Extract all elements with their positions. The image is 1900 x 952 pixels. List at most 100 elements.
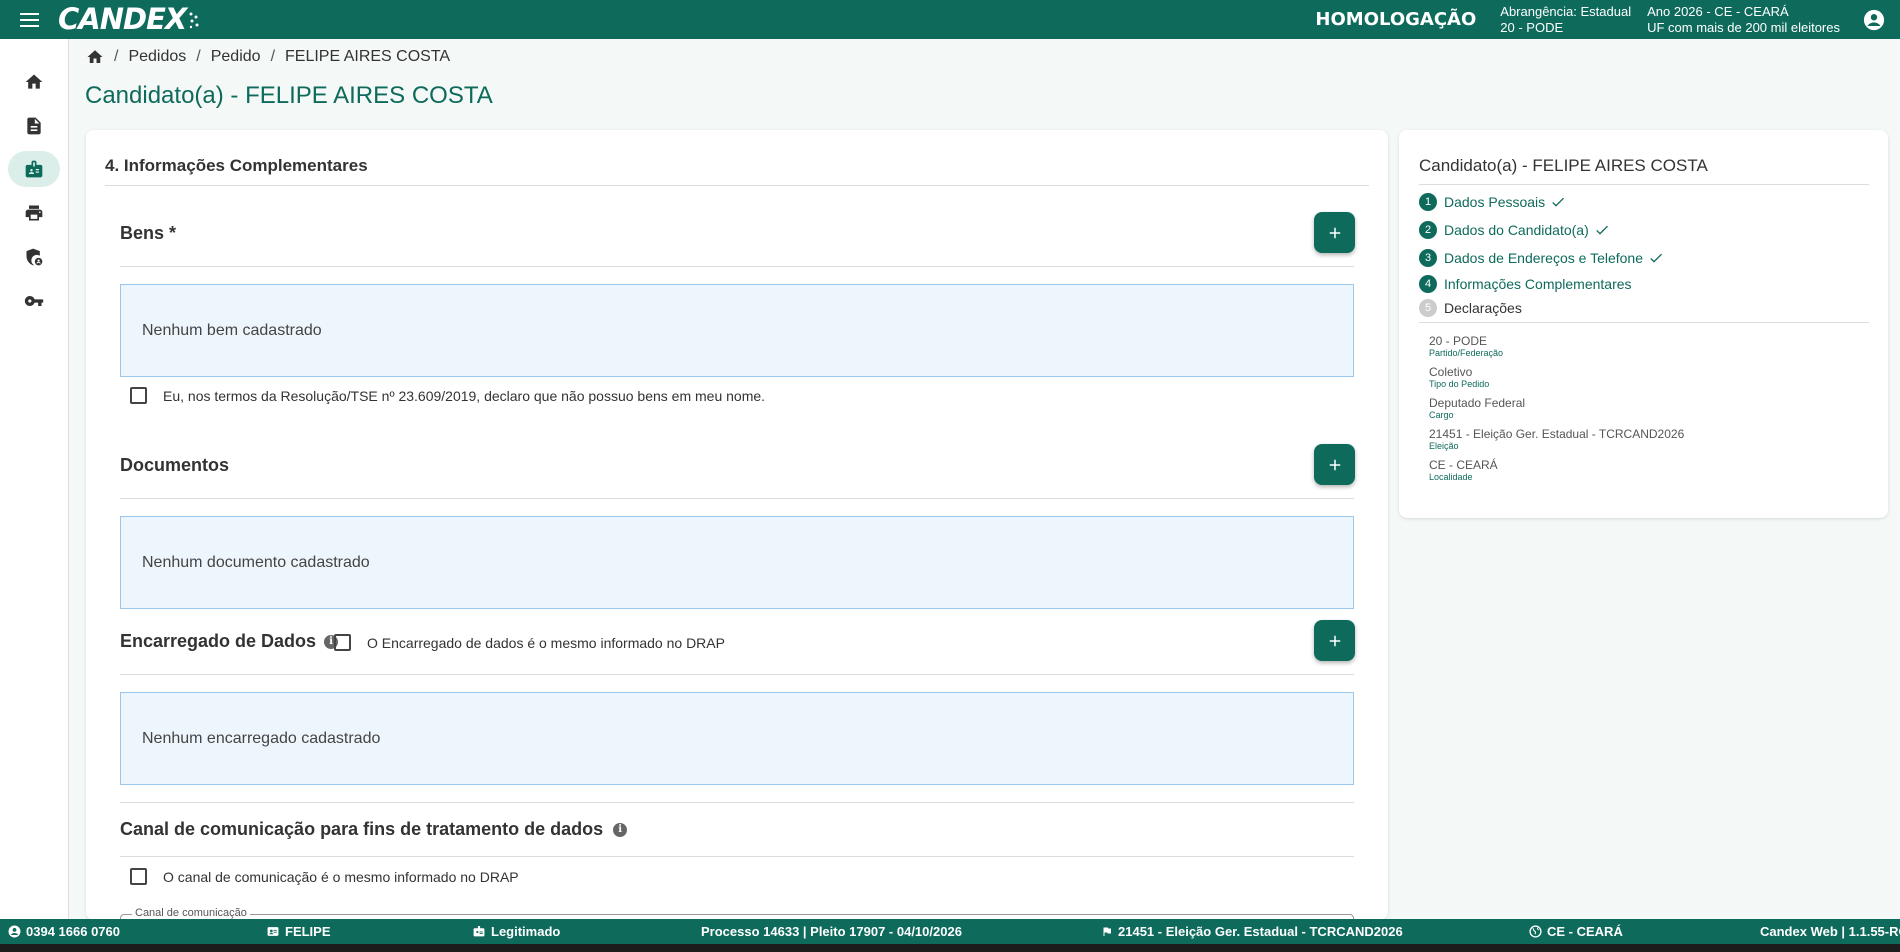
key-icon (24, 296, 44, 306)
home-icon (25, 74, 43, 89)
hamburger-icon (19, 12, 39, 27)
canal-same-drap[interactable]: O canal de comunicação é o mesmo informa… (130, 868, 519, 885)
cpf-text: 0394 1666 0760 (26, 924, 120, 939)
step-dados-pessoais[interactable]: 1 Dados Pessoais (1419, 193, 1568, 211)
check-icon (1596, 225, 1608, 235)
meta-eleicao: 21451 - Eleição Ger. Estadual - TCRCAND2… (1429, 427, 1684, 451)
no-assets-label: Eu, nos termos da Resolução/TSE nº 23.60… (163, 387, 766, 404)
meta-tipo-pedido: Coletivo Tipo do Pedido (1429, 365, 1489, 389)
summary-card: Candidato(a) - FELIPE AIRES COSTA 1 Dado… (1399, 130, 1888, 518)
meta-label: Localidade (1429, 472, 1473, 482)
info-icon[interactable]: i (613, 822, 628, 837)
encarregado-empty-state: Nenhum encarregado cadastrado (120, 692, 1354, 785)
encarregado-title: Encarregado de Dados (120, 631, 317, 651)
step-number: 2 (1419, 221, 1437, 239)
meta-value: CE - CEARÁ (1429, 458, 1498, 472)
step-enderecos[interactable]: 3 Dados de Endereços e Telefone (1419, 249, 1666, 267)
divider (120, 674, 1354, 675)
party-line: 20 - PODE (1500, 19, 1564, 35)
id-card-icon (267, 927, 279, 936)
meta-localidade: CE - CEARÁ Localidade (1429, 458, 1498, 482)
status-version: Candex Web | 1.1.55-RC (1760, 919, 1900, 944)
logo-sparkle-icon (189, 12, 199, 28)
step-informacoes-complementares[interactable]: 4 Informações Complementares (1419, 275, 1632, 293)
nav-print[interactable] (8, 195, 60, 231)
status-processo: Processo 14633 | Pleito 17907 - 04/10/20… (701, 919, 962, 944)
step-label: Dados do Candidato(a) (1444, 222, 1589, 238)
meta-label: Tipo do Pedido (1429, 379, 1490, 389)
meta-label: Eleição (1429, 441, 1459, 451)
scope-line: Abrangência: Estadual (1500, 3, 1632, 19)
step-label: Informações Complementares (1444, 276, 1632, 292)
canal-checkbox-label: O canal de comunicação é o mesmo informa… (163, 868, 519, 885)
badge-icon (25, 160, 43, 178)
canal-field-legend: Canal de comunicação (132, 907, 250, 919)
divider (120, 856, 1354, 857)
breadcrumb-separator: / (114, 48, 119, 65)
uf-text: CE - CEARÁ (1547, 924, 1623, 939)
page-title: Candidato(a) - FELIPE AIRES COSTA (85, 82, 493, 109)
print-icon (25, 205, 43, 221)
canal-checkbox[interactable] (130, 868, 147, 885)
divider (105, 185, 1369, 186)
step-number: 1 (1419, 193, 1437, 211)
nav-home[interactable] (8, 64, 60, 100)
step-number: 3 (1419, 249, 1437, 267)
add-encarregado-button[interactable] (1314, 620, 1355, 661)
canal-title: Canal de comunicação para fins de tratam… (120, 819, 604, 839)
encarregado-header: Encarregado de Dados i (120, 631, 339, 652)
check-icon (1552, 197, 1565, 207)
step-dados-candidato[interactable]: 2 Dados do Candidato(a) (1419, 221, 1612, 239)
breadcrumb-current: FELIPE AIRES COSTA (285, 48, 451, 65)
documentos-empty-state: Nenhum documento cadastrado (120, 516, 1354, 609)
bottom-taskbar-strip (0, 944, 1900, 952)
breadcrumb-pedidos[interactable]: Pedidos (128, 48, 186, 66)
encarregado-checkbox-label: O Encarregado de dados é o mesmo informa… (367, 634, 725, 651)
menu-button[interactable] (0, 0, 58, 39)
status-bar: 0394 1666 0760 FELIPE Legitimado Process… (0, 919, 1900, 944)
globe-icon (1529, 925, 1542, 938)
check-icon (1650, 253, 1662, 263)
nav-documents[interactable] (8, 108, 60, 144)
no-assets-declaration[interactable]: Eu, nos termos da Resolução/TSE nº 23.60… (130, 387, 765, 404)
meta-label: Cargo (1429, 410, 1454, 420)
account-button[interactable] (1856, 0, 1892, 39)
year-info: Ano 2026 - CE - CEARÁ UF com mais de 200… (1647, 4, 1840, 36)
bens-title: Bens * (120, 223, 177, 243)
nav-key[interactable] (8, 283, 60, 319)
breadcrumb-pedido[interactable]: Pedido (211, 48, 261, 66)
meta-partido: 20 - PODE Partido/Federação (1429, 334, 1503, 358)
add-documento-button[interactable] (1314, 444, 1355, 485)
status-legitimado: Legitimado (472, 919, 560, 944)
processo-text: Processo 14633 | Pleito 17907 - 04/10/20… (701, 924, 962, 939)
encarregado-checkbox[interactable] (334, 634, 351, 651)
document-icon (27, 117, 41, 135)
bens-empty-state: Nenhum bem cadastrado (120, 284, 1354, 377)
home-breadcrumb-icon[interactable] (86, 48, 104, 66)
main-form-card: 4. Informações Complementares Bens * Nen… (86, 130, 1388, 920)
top-app-bar: CANDEX HOMOLOGAÇÃO Abrangência: Estadual… (0, 0, 1900, 39)
step-label: Dados de Endereços e Telefone (1444, 250, 1643, 266)
nav-candidate[interactable] (8, 151, 60, 187)
account-circle-icon (1863, 9, 1885, 30)
status-cpf: 0394 1666 0760 (8, 919, 120, 944)
uf-line: UF com mais de 200 mil eleitores (1647, 19, 1840, 35)
canal-header: Canal de comunicação para fins de tratam… (120, 819, 628, 840)
plus-icon (1329, 635, 1340, 646)
meta-value: 21451 - Eleição Ger. Estadual - TCRCAND2… (1429, 427, 1685, 441)
badge-icon (473, 926, 485, 937)
add-bem-button[interactable] (1314, 212, 1355, 253)
step-number: 5 (1419, 299, 1437, 317)
app-logo[interactable]: CANDEX (58, 0, 187, 39)
divider (1419, 184, 1869, 185)
eleicao-text: 21451 - Eleição Ger. Estadual - TCRCAND2… (1118, 924, 1403, 939)
step-declaracoes[interactable]: 5 Declarações (1419, 299, 1522, 317)
no-assets-checkbox[interactable] (130, 387, 147, 404)
status-user: FELIPE (266, 919, 331, 944)
encarregado-same-drap[interactable]: O Encarregado de dados é o mesmo informa… (334, 634, 725, 651)
meta-value: Deputado Federal (1429, 396, 1526, 410)
summary-title: Candidato(a) - FELIPE AIRES COSTA (1419, 156, 1708, 175)
step-label: Declarações (1444, 300, 1522, 316)
plus-icon (1329, 227, 1340, 238)
nav-security[interactable] (8, 239, 60, 275)
